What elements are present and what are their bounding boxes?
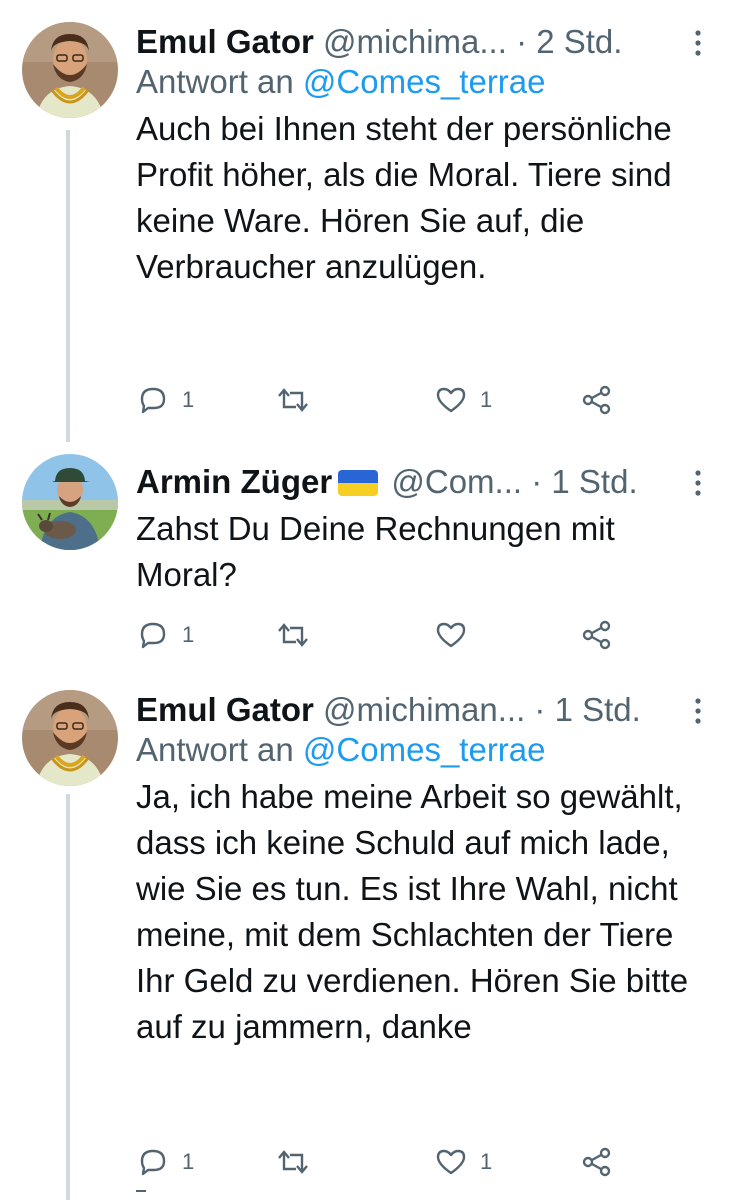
like-button[interactable]: 1 (434, 380, 492, 420)
more-options-icon[interactable] (688, 468, 708, 498)
heart-icon (436, 387, 466, 413)
thread-connector-line (66, 130, 70, 442)
reply-to-line: Antwort an @Comes_terrae (136, 62, 708, 106)
like-button[interactable]: 1 (434, 1142, 492, 1182)
tweet[interactable]: Emul Gator @michiman... · 1 Std. Antwort… (0, 676, 732, 1200)
separator-dot: · (516, 23, 528, 60)
tweet-timestamp[interactable]: 1 Std. (555, 691, 641, 728)
reply-count: 1 (182, 622, 195, 647)
avatar[interactable] (22, 454, 118, 550)
share-icon (582, 1147, 611, 1177)
tweet-thread: Emul Gator @michima... · 2 Std. Antwort … (0, 0, 732, 1200)
display-name[interactable]: Emul Gator (136, 691, 314, 728)
tweet-content: Armin Züger @Com... · 1 Std. Zahst Du De… (136, 462, 708, 598)
tweet-content: Emul Gator @michiman... · 1 Std. Antwort… (136, 690, 708, 1050)
avatar[interactable] (22, 22, 118, 118)
separator-dot: · (531, 463, 543, 500)
user-handle[interactable]: @michiman... (323, 691, 525, 728)
retweet-icon (278, 1150, 308, 1174)
retweet-button[interactable] (276, 380, 322, 420)
reply-mention-link[interactable]: @Comes_terrae (303, 63, 546, 100)
next-tweet-fragment (136, 1190, 146, 1192)
tweet-text: Auch bei Ihnen steht der persönliche Pro… (136, 110, 672, 285)
tweet-actions: 1 1 (136, 380, 616, 420)
tweet[interactable]: Armin Züger @Com... · 1 Std. Zahst Du De… (0, 440, 732, 676)
reply-button[interactable]: 1 (136, 380, 194, 420)
avatar[interactable] (22, 690, 118, 786)
tweet-header: Emul Gator @michima... · 2 Std. (136, 22, 708, 62)
like-count: 1 (480, 387, 493, 412)
tweet-timestamp[interactable]: 1 Std. (551, 463, 637, 500)
reply-button[interactable]: 1 (136, 615, 194, 655)
reply-to-label: Antwort an (136, 63, 294, 100)
reply-to-label: Antwort an (136, 731, 294, 768)
retweet-button[interactable] (276, 1142, 322, 1182)
thread-connector-line (66, 794, 70, 1200)
heart-icon (436, 622, 466, 648)
bearded-man-gold-chain-icon (22, 690, 118, 786)
tweet-actions: 1 1 (136, 1142, 616, 1182)
tweet[interactable]: Emul Gator @michima... · 2 Std. Antwort … (0, 0, 732, 442)
share-button[interactable] (580, 1142, 614, 1182)
more-options-icon[interactable] (688, 28, 708, 58)
reply-button[interactable]: 1 (136, 1142, 194, 1182)
reply-mention-link[interactable]: @Comes_terrae (303, 731, 546, 768)
share-button[interactable] (580, 380, 614, 420)
share-button[interactable] (580, 615, 614, 655)
tweet-actions: 1 (136, 615, 616, 655)
share-icon (582, 385, 611, 415)
retweet-button[interactable] (276, 615, 322, 655)
man-holding-goat-icon (22, 454, 118, 550)
tweet-text: Ja, ich habe meine Arbeit so gewählt, da… (136, 778, 689, 1045)
reply-icon (140, 1149, 166, 1176)
tweet-text: Zahst Du Deine Rechnungen mit Moral? (136, 510, 615, 593)
user-handle[interactable]: @michima... (323, 23, 507, 60)
reply-count: 1 (182, 387, 195, 412)
retweet-icon (278, 388, 308, 412)
tweet-content: Emul Gator @michima... · 2 Std. Antwort … (136, 22, 708, 290)
share-icon (582, 620, 611, 650)
bearded-man-gold-chain-icon (22, 22, 118, 118)
display-name[interactable]: Emul Gator (136, 23, 314, 60)
separator-dot: · (534, 691, 546, 728)
tweet-header: Emul Gator @michiman... · 1 Std. (136, 690, 708, 730)
like-button[interactable] (434, 615, 480, 655)
heart-icon (436, 1149, 466, 1175)
ukraine-flag-icon (338, 470, 379, 496)
user-handle[interactable]: @Com... (391, 463, 522, 500)
more-options-icon[interactable] (688, 696, 708, 726)
reply-icon (140, 622, 166, 649)
reply-icon (140, 387, 166, 414)
like-count: 1 (480, 1149, 493, 1174)
reply-count: 1 (182, 1149, 195, 1174)
retweet-icon (278, 623, 308, 647)
display-name[interactable]: Armin Züger (136, 463, 332, 500)
tweet-timestamp[interactable]: 2 Std. (536, 23, 622, 60)
reply-to-line: Antwort an @Comes_terrae (136, 730, 708, 774)
tweet-header: Armin Züger @Com... · 1 Std. (136, 462, 708, 502)
